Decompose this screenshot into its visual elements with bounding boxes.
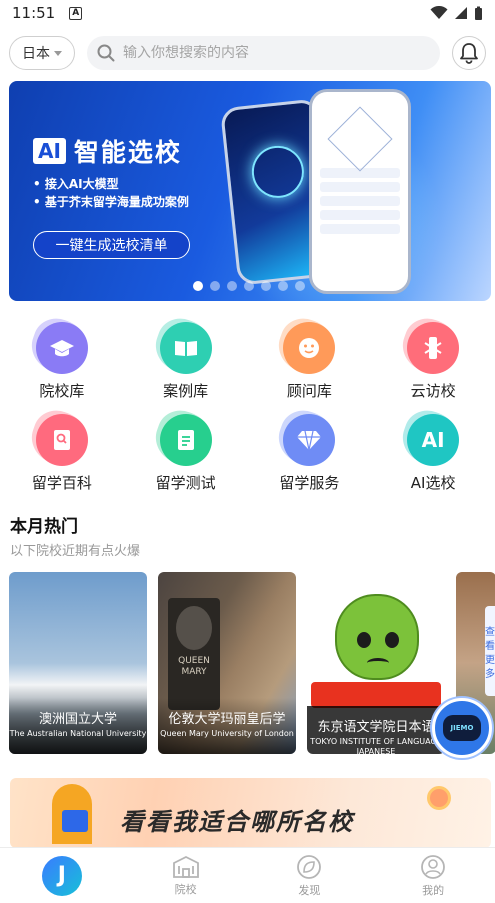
person-illustration xyxy=(52,784,92,844)
ai-assistant-button[interactable]: JIEMO xyxy=(432,698,492,758)
red-banner-graphic xyxy=(311,682,441,708)
card-title: 东京语文学院日本语 xyxy=(317,720,435,735)
carousel-dot[interactable] xyxy=(210,281,220,291)
category-label: 顾问库 xyxy=(286,382,332,400)
bell-icon xyxy=(460,43,478,64)
carousel-dot[interactable] xyxy=(295,281,305,291)
category-study-service[interactable]: 留学服务 xyxy=(248,414,372,494)
ai-school-selection-banner[interactable]: AI 智能选校 接入AI大模型 基于芥末留学海量成功案例 一键生成选校清单 xyxy=(9,81,491,301)
category-school-library[interactable]: 院校库 xyxy=(0,322,124,402)
status-bar: 11:51 A xyxy=(0,0,495,26)
nav-schools[interactable]: 院校 xyxy=(124,848,248,903)
card-subtitle: Queen Mary University of London xyxy=(160,729,294,738)
banner-title-text: 智能选校 xyxy=(73,138,182,167)
category-label: 留学测试 xyxy=(155,474,216,492)
mascot-illustration xyxy=(335,594,419,680)
carousel-dot[interactable] xyxy=(244,281,254,291)
banner-bullets: 接入AI大模型 基于芥末留学海量成功案例 xyxy=(33,175,189,211)
wifi-icon xyxy=(430,6,448,19)
search-row: 日本 xyxy=(9,34,486,72)
nav-label: 发现 xyxy=(298,883,321,897)
search-input[interactable] xyxy=(123,45,423,61)
card-subtitle: The Australian National University xyxy=(9,729,147,738)
chevron-down-icon xyxy=(54,50,62,56)
promo-text: 看看我适合哪所名校 xyxy=(120,808,354,836)
graduation-cap-icon xyxy=(35,322,88,374)
card-caption: 东京语文学院日本语 TOKYO INSTITUTE OF LANGUAGE JA… xyxy=(307,706,445,754)
search-box[interactable] xyxy=(87,36,440,70)
status-time: 11:51 xyxy=(12,4,56,22)
category-label: 院校库 xyxy=(39,382,85,400)
battery-icon xyxy=(475,6,482,20)
category-case-library[interactable]: 案例库 xyxy=(124,322,248,402)
card-title: 澳洲国立大学 xyxy=(38,712,117,727)
cloud-visit-icon xyxy=(407,322,460,374)
nav-discover[interactable]: 发现 xyxy=(248,848,372,903)
school-card[interactable]: 澳洲国立大学 The Australian National Universit… xyxy=(9,572,147,754)
banner-title: AI 智能选校 xyxy=(33,133,182,169)
category-study-test[interactable]: 留学测试 xyxy=(124,414,248,494)
test-document-icon xyxy=(159,414,212,466)
school-card[interactable]: 东京语文学院日本语 TOKYO INSTITUTE OF LANGUAGE JA… xyxy=(307,572,445,754)
promo-banner[interactable]: 看看我适合哪所名校 xyxy=(10,778,491,848)
hot-school-carousel[interactable]: 澳洲国立大学 The Australian National Universit… xyxy=(9,572,495,754)
carousel-dot[interactable] xyxy=(278,281,288,291)
carousel-dot[interactable] xyxy=(227,281,237,291)
nav-label: 我的 xyxy=(422,883,445,897)
notification-a-icon: A xyxy=(69,6,83,20)
advisor-face-icon xyxy=(283,322,336,374)
phone-illustration-front xyxy=(309,89,411,294)
user-profile-icon xyxy=(421,854,446,879)
section-subtitle: 以下院校近期有点火爆 xyxy=(10,544,141,559)
card-subtitle: TOKYO INSTITUTE OF LANGUAGE JAPANESE xyxy=(310,737,442,754)
card-title: 伦敦大学玛丽皇后学 xyxy=(168,712,286,727)
side-more-tab[interactable]: 查看更多 xyxy=(485,606,495,696)
nav-profile[interactable]: 我的 xyxy=(371,848,495,903)
robot-icon: JIEMO xyxy=(443,715,481,741)
school-card[interactable]: QUEEN MARY 伦敦大学玛丽皇后学 Queen Mary Universi… xyxy=(158,572,296,754)
banner-bullet: 基于芥末留学海量成功案例 xyxy=(33,193,189,211)
category-advisor-library[interactable]: 顾问库 xyxy=(248,322,372,402)
category-grid: 院校库 案例库 顾问库 云访校 留学百科 留学测试 留学服务 AI AI选校 xyxy=(0,322,495,494)
category-label: AI选校 xyxy=(410,474,456,492)
ai-badge: AI xyxy=(33,138,66,164)
radar-chart-icon xyxy=(327,106,393,172)
banner-bullet: 接入AI大模型 xyxy=(33,175,189,193)
ai-icon: AI xyxy=(407,414,460,466)
school-building-icon xyxy=(172,855,199,878)
encyclopedia-icon xyxy=(35,414,88,466)
category-encyclopedia[interactable]: 留学百科 xyxy=(0,414,124,494)
carousel-dots xyxy=(193,281,305,291)
planet-illustration xyxy=(427,786,451,810)
category-ai-selection[interactable]: AI AI选校 xyxy=(371,414,495,494)
card-caption: 澳洲国立大学 The Australian National Universit… xyxy=(9,698,147,754)
category-label: 留学百科 xyxy=(31,474,92,492)
home-logo-icon: J xyxy=(41,855,82,896)
plaque-text: QUEEN MARY xyxy=(178,656,210,677)
card-caption: 伦敦大学玛丽皇后学 Queen Mary University of Londo… xyxy=(158,698,296,754)
diamond-icon xyxy=(283,414,336,466)
compass-leaf-icon xyxy=(297,854,322,879)
ai-icon-text: AI xyxy=(421,428,445,452)
book-icon xyxy=(159,322,212,374)
carousel-dot[interactable] xyxy=(193,281,203,291)
carousel-dot[interactable] xyxy=(261,281,271,291)
signal-icon xyxy=(455,7,467,19)
country-select[interactable]: 日本 xyxy=(9,36,75,70)
status-right xyxy=(430,6,483,21)
country-select-label: 日本 xyxy=(22,46,50,62)
bottom-nav: J 院校 发现 我的 xyxy=(0,847,495,903)
nav-label: 院校 xyxy=(174,882,197,896)
category-cloud-visit[interactable]: 云访校 xyxy=(371,322,495,402)
category-label: 云访校 xyxy=(410,382,456,400)
generate-list-button[interactable]: 一键生成选校清单 xyxy=(33,231,190,259)
search-icon xyxy=(97,44,115,62)
category-label: 案例库 xyxy=(163,382,209,400)
ai-brain-icon xyxy=(249,143,307,201)
section-title: 本月热门 xyxy=(10,517,78,537)
nav-home[interactable]: J xyxy=(0,848,124,903)
plaque-image: QUEEN MARY xyxy=(168,598,220,710)
notification-button[interactable] xyxy=(452,36,486,70)
category-label: 留学服务 xyxy=(279,474,340,492)
